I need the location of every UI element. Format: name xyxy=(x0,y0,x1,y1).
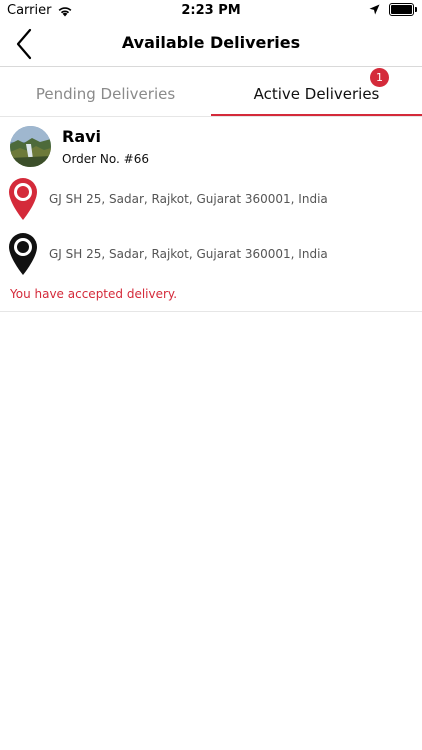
delivery-tabs: Pending Deliveries Active Deliveries xyxy=(0,67,422,117)
red-map-pin-icon xyxy=(9,178,37,220)
battery-icon xyxy=(389,3,417,16)
location-arrow-icon xyxy=(369,4,380,15)
delivery-card[interactable]: Ravi Order No. #66 GJ SH 25, Sadar, Rajk… xyxy=(0,117,422,312)
navigation-bar: Available Deliveries xyxy=(0,22,422,67)
tab-label: Active Deliveries xyxy=(253,85,380,103)
order-number: Order No. #66 xyxy=(62,152,149,166)
avatar xyxy=(10,126,51,167)
page-title: Available Deliveries xyxy=(121,33,301,52)
tab-label: Pending Deliveries xyxy=(35,85,176,103)
status-right xyxy=(369,3,417,16)
black-map-pin-icon xyxy=(9,233,37,275)
tab-count-badge: 1 xyxy=(370,68,389,87)
status-bar: Carrier 2:23 PM xyxy=(0,0,422,22)
tab-active-deliveries[interactable]: Active Deliveries xyxy=(211,67,422,116)
delivery-status-message: You have accepted delivery. xyxy=(10,287,178,301)
tab-pending-deliveries[interactable]: Pending Deliveries xyxy=(0,67,211,116)
active-tab-indicator xyxy=(211,114,422,116)
pickup-address: GJ SH 25, Sadar, Rajkot, Gujarat 360001,… xyxy=(49,192,328,206)
status-time: 2:23 PM xyxy=(181,3,241,18)
drop-address: GJ SH 25, Sadar, Rajkot, Gujarat 360001,… xyxy=(49,247,328,261)
customer-name: Ravi xyxy=(62,127,102,146)
